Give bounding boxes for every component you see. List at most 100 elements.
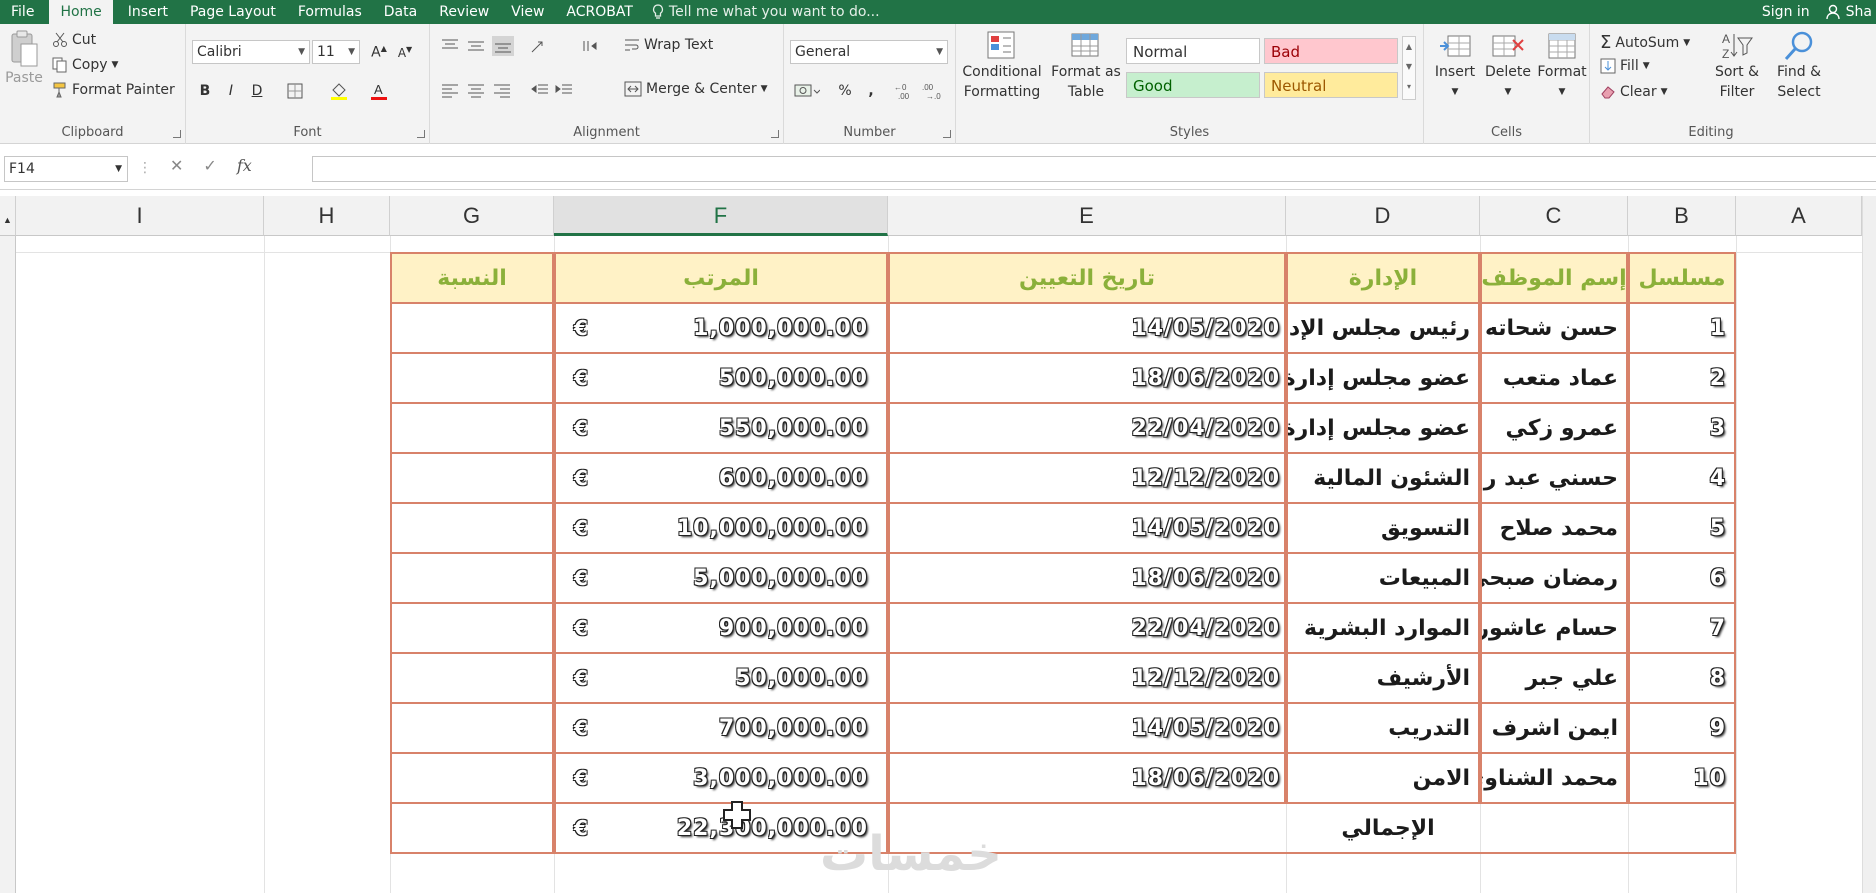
worksheet-grid[interactable]: I H G F E D C B A ▲ النسبة المرتب تاريخ ال… (0, 196, 1876, 893)
select-all-corner[interactable]: ▲ (0, 196, 16, 236)
cell-department[interactable]: التسويق (1286, 502, 1480, 554)
decrease-decimal-icon[interactable]: .00→.0 (922, 82, 946, 100)
format-as-table-button[interactable]: Format as Table (1048, 30, 1124, 102)
column-header-d[interactable]: D (1286, 196, 1480, 236)
total-label-cell[interactable]: الإجمالي (888, 802, 1736, 854)
tab-page-layout[interactable]: Page Layout (179, 0, 287, 24)
cell-percent[interactable] (390, 502, 554, 554)
cell-department[interactable]: التدريب (1286, 702, 1480, 754)
cell-employee[interactable]: محمد الشناوي (1480, 752, 1628, 804)
cell-employee[interactable]: عمرو زكي (1480, 402, 1628, 454)
cell-salary[interactable]: 500,000.00 € (554, 352, 888, 404)
cell-employee[interactable]: محمد صلاح (1480, 502, 1628, 554)
align-right-icon[interactable] (492, 82, 512, 98)
wrap-text-button[interactable]: Wrap Text (624, 37, 713, 53)
column-header-c[interactable]: C (1480, 196, 1628, 236)
align-center-icon[interactable] (466, 82, 486, 98)
number-format-combo[interactable]: General ▼ (790, 40, 948, 64)
cell-salary[interactable]: 5,000,000.00 € (554, 552, 888, 604)
cell-hire-date[interactable]: 14/05/2020 (888, 302, 1286, 354)
cell-employee[interactable]: حسن شحاته (1480, 302, 1628, 354)
cell-salary[interactable]: 700,000.00 € (554, 702, 888, 754)
cancel-icon[interactable]: ✕ (170, 156, 183, 175)
cell-employee[interactable]: رمضان صبحي (1480, 552, 1628, 604)
italic-button[interactable]: I (218, 80, 244, 102)
autosum-button[interactable]: Σ AutoSum ▼ (1600, 32, 1690, 53)
cell-employee[interactable]: ايمن اشرف (1480, 702, 1628, 754)
column-header-g[interactable]: G (390, 196, 554, 236)
fill-button[interactable]: Fill ▼ (1600, 58, 1650, 74)
cell-serial[interactable]: 4 (1628, 452, 1736, 504)
cell-percent[interactable] (390, 752, 554, 804)
orientation-icon[interactable] (530, 38, 554, 54)
column-header-i[interactable]: I (16, 196, 264, 236)
cell-hire-date[interactable]: 18/06/2020 (888, 552, 1286, 604)
percent-style-button[interactable]: % (832, 80, 858, 102)
font-name-combo[interactable]: Calibri ▼ (192, 40, 310, 64)
cell-hire-date[interactable]: 18/06/2020 (888, 352, 1286, 404)
cell-percent[interactable] (390, 452, 554, 504)
alignment-launcher-icon[interactable] (771, 130, 779, 138)
cell-serial[interactable]: 8 (1628, 652, 1736, 704)
merge-center-button[interactable]: Merge & Center ▼ (624, 81, 768, 97)
number-launcher-icon[interactable] (943, 130, 951, 138)
cell-department[interactable]: عضو مجلس إدارة (1286, 402, 1480, 454)
align-top-icon[interactable] (440, 38, 460, 54)
cell-salary[interactable]: 50,000.00 € (554, 652, 888, 704)
header-cell-serial[interactable]: مسلسل (1628, 252, 1736, 304)
format-painter-button[interactable]: Format Painter (52, 82, 175, 98)
cell-salary[interactable]: 550,000.00 € (554, 402, 888, 454)
insert-cells-button[interactable]: Insert ▼ (1430, 30, 1480, 102)
column-header-e[interactable]: E (888, 196, 1286, 236)
cell-employee[interactable]: علي جبر (1480, 652, 1628, 704)
column-header-f[interactable]: F (554, 196, 888, 236)
cell-department[interactable]: الشئون المالية (1286, 452, 1480, 504)
cell-employee[interactable]: عماد متعب (1480, 352, 1628, 404)
column-header-h[interactable]: H (264, 196, 390, 236)
cell-serial[interactable]: 6 (1628, 552, 1736, 604)
cell-hire-date[interactable]: 14/05/2020 (888, 502, 1286, 554)
cell-department[interactable]: الموارد البشرية (1286, 602, 1480, 654)
font-launcher-icon[interactable] (417, 130, 425, 138)
fill-color-button[interactable] (326, 80, 352, 102)
name-box[interactable]: F14 ▼ (4, 156, 128, 182)
header-cell-employee[interactable]: إسم الموظف (1480, 252, 1628, 304)
decrease-indent-icon[interactable] (530, 82, 550, 98)
paste-button[interactable]: Paste (4, 30, 44, 88)
header-cell-department[interactable]: الإدارة (1286, 252, 1480, 304)
cell-serial[interactable]: 3 (1628, 402, 1736, 454)
cell-hire-date[interactable]: 18/06/2020 (888, 752, 1286, 804)
shrink-font-button[interactable]: A▼ (392, 41, 418, 63)
vertical-scrollbar[interactable] (1862, 196, 1876, 893)
copy-button[interactable]: Copy ▼ (52, 57, 118, 73)
style-normal[interactable]: Normal (1126, 38, 1260, 64)
cell-salary[interactable]: 1,000,000.00 € (554, 302, 888, 354)
accounting-format-icon[interactable] (794, 82, 820, 100)
underline-button[interactable]: D (244, 80, 270, 102)
delete-cells-button[interactable]: Delete ▼ (1482, 30, 1534, 102)
formula-input[interactable] (312, 156, 1876, 182)
tab-file[interactable]: File (0, 0, 45, 24)
cell-serial[interactable]: 10 (1628, 752, 1736, 804)
tab-data[interactable]: Data (373, 0, 428, 24)
cell-serial[interactable]: 5 (1628, 502, 1736, 554)
comma-style-button[interactable]: , (858, 80, 884, 102)
tab-acrobat[interactable]: ACROBAT (555, 0, 644, 24)
share-button[interactable]: Sha (1825, 4, 1872, 20)
cell-percent[interactable] (390, 302, 554, 354)
font-color-button[interactable]: A (366, 80, 392, 102)
cell-department[interactable]: الأرشيف (1286, 652, 1480, 704)
header-cell-percent[interactable]: النسبة (390, 252, 554, 304)
tab-view[interactable]: View (500, 0, 555, 24)
cell-salary[interactable]: 3,000,000.00 € (554, 752, 888, 804)
align-left-icon[interactable] (440, 82, 460, 98)
style-bad[interactable]: Bad (1264, 38, 1398, 64)
cell-department[interactable]: عضو مجلس إدارة (1286, 352, 1480, 404)
tell-me-box[interactable]: Tell me what you want to do... (644, 4, 880, 20)
cell-hire-date[interactable]: 22/04/2020 (888, 602, 1286, 654)
cell-serial[interactable]: 1 (1628, 302, 1736, 354)
cell-percent[interactable] (390, 702, 554, 754)
tab-review[interactable]: Review (428, 0, 500, 24)
cell-serial[interactable]: 9 (1628, 702, 1736, 754)
fx-icon[interactable]: fx (237, 156, 252, 175)
